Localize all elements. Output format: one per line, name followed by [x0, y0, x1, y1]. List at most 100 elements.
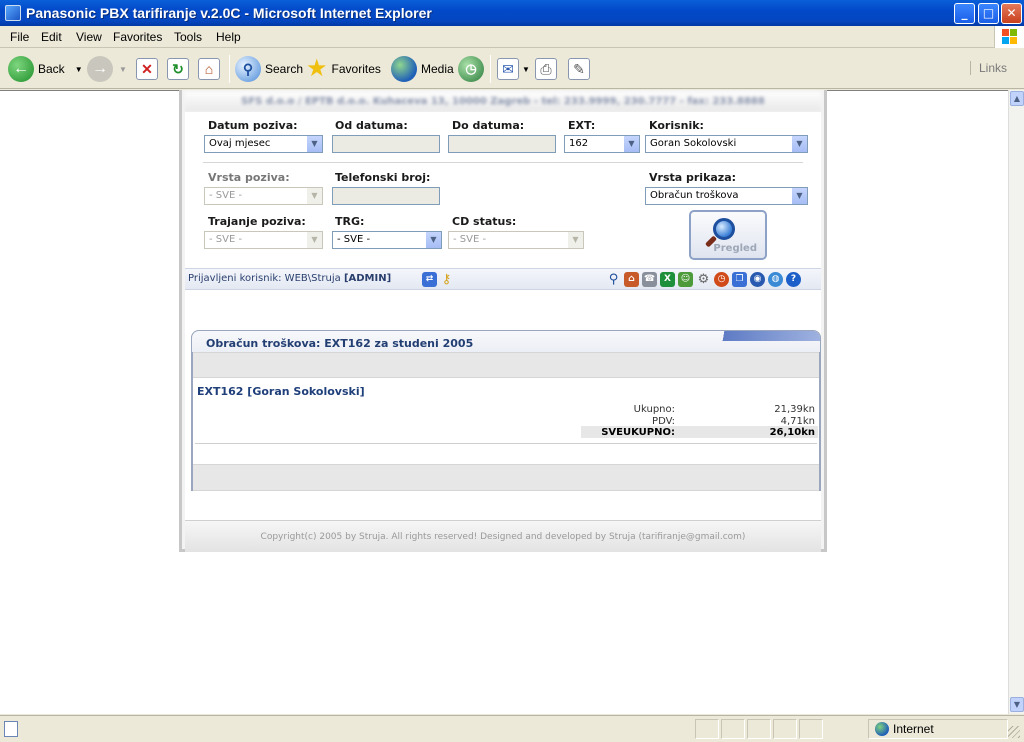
chevron-down-icon: ▼	[306, 136, 322, 152]
windows-icon[interactable]: ❐	[732, 272, 747, 287]
users-icon[interactable]: ☺	[678, 272, 693, 287]
edit-button[interactable]: ✎	[568, 55, 590, 83]
switch-user-icon[interactable]: ⇄	[422, 272, 437, 287]
telefonski-broj-input[interactable]	[332, 187, 440, 205]
magnifier-icon	[713, 218, 735, 240]
report-divider	[195, 443, 817, 444]
status-segment	[799, 719, 823, 739]
trg-select[interactable]: - SVE - ▼	[332, 231, 442, 249]
toolbar-separator	[229, 55, 230, 83]
form-divider	[203, 162, 803, 163]
chevron-down-icon: ▼	[791, 136, 807, 152]
mail-button[interactable]: ✉ ▼	[497, 55, 530, 83]
key-icon[interactable]: ⚷	[439, 272, 454, 287]
od-datuma-input[interactable]	[332, 135, 440, 153]
vrsta-poziva-select[interactable]: - SVE - ▼	[204, 187, 323, 205]
logged-user-text: Prijavljeni korisnik: WEB\Struja	[188, 273, 341, 284]
window-title-bar: Panasonic PBX tarifiranje v.2.0C - Micro…	[0, 0, 1024, 26]
chevron-down-icon: ▼	[623, 136, 639, 152]
korisnik-label: Korisnik:	[649, 119, 704, 132]
do-datuma-input[interactable]	[448, 135, 556, 153]
disk-icon[interactable]: ◉	[750, 272, 765, 287]
toolbar-separator	[490, 55, 491, 83]
report-footer-bar	[193, 464, 819, 491]
sveukupno-label: SVEUKUPNO:	[601, 427, 675, 438]
page-panel: SFS d.o.o / EPTB d.o.o. Kuhaceva 13, 100…	[179, 90, 827, 552]
menu-bar: File Edit View Favorites Tools Help	[0, 26, 1024, 48]
back-arrow-icon: ←	[8, 56, 34, 82]
vrsta-poziva-label: Vrsta poziva:	[208, 171, 290, 184]
scroll-up-icon[interactable]: ▲	[1010, 91, 1024, 106]
forward-arrow-icon: →	[87, 56, 113, 82]
edit-page-icon: ✎	[568, 58, 590, 80]
trg-label: TRG:	[335, 215, 365, 228]
home-button[interactable]: ⌂	[198, 55, 220, 83]
trajanje-poziva-select[interactable]: - SVE - ▼	[204, 231, 323, 249]
security-zone: Internet	[893, 722, 934, 736]
close-button[interactable]: ✕	[1001, 3, 1022, 24]
report-area: Obračun troškova: EXT162 za studeni 2005…	[185, 290, 821, 520]
windows-logo	[994, 26, 1024, 48]
cd-status-label: CD status:	[452, 215, 517, 228]
status-segment	[721, 719, 745, 739]
back-dropdown-icon[interactable]: ▼	[75, 65, 83, 74]
search-icon: ⚲	[235, 56, 261, 82]
globe-icon[interactable]: ◍	[768, 272, 783, 287]
do-datuma-label: Do datuma:	[452, 119, 525, 132]
datum-poziva-label: Datum poziva:	[208, 119, 298, 132]
clock-icon[interactable]: ◷	[714, 272, 729, 287]
printer-icon: ⎙	[535, 58, 557, 80]
minimize-button[interactable]: _	[954, 3, 975, 24]
user-bar: Prijavljeni korisnik: WEB\Struja [ADMIN]…	[185, 268, 821, 290]
ext-select[interactable]: 162 ▼	[564, 135, 640, 153]
datum-poziva-select[interactable]: Ovaj mjesec ▼	[204, 135, 323, 153]
history-button[interactable]: ◷	[458, 55, 484, 83]
vrsta-prikaza-label: Vrsta prikaza:	[649, 171, 737, 184]
search-icon[interactable]: ⚲	[606, 272, 621, 287]
status-segment	[747, 719, 771, 739]
phone-icon[interactable]: ☎	[642, 272, 657, 287]
search-button[interactable]: ⚲ Search	[235, 55, 303, 83]
menu-tools[interactable]: Tools	[174, 30, 202, 44]
zone-segment	[868, 719, 1008, 739]
mail-dropdown-icon[interactable]: ▼	[522, 65, 530, 74]
forward-button[interactable]: → ▼	[87, 55, 127, 83]
help-icon[interactable]: ?	[786, 272, 801, 287]
telefonski-broj-label: Telefonski broj:	[335, 171, 431, 184]
page-footer: Copyright(c) 2005 by Struja. All rights …	[185, 520, 821, 552]
menu-file[interactable]: File	[10, 30, 29, 44]
resize-grip-icon[interactable]	[1008, 726, 1020, 738]
report-title: Obračun troškova: EXT162 za studeni 2005	[206, 337, 474, 350]
forward-dropdown-icon[interactable]: ▼	[119, 65, 127, 74]
trajanje-poziva-label: Trajanje poziva:	[208, 215, 306, 228]
menu-edit[interactable]: Edit	[41, 30, 62, 44]
settings-gear-icon[interactable]: ⚙	[696, 272, 711, 287]
home-icon: ⌂	[198, 58, 220, 80]
menu-help[interactable]: Help	[216, 30, 241, 44]
refresh-button[interactable]: ↻	[167, 55, 189, 83]
sveukupno-value: 26,10kn	[769, 427, 815, 438]
stop-button[interactable]: ✕	[136, 55, 158, 83]
vertical-scrollbar[interactable]: ▲ ▼	[1008, 90, 1024, 714]
home-icon[interactable]: ⌂	[624, 272, 639, 287]
back-button[interactable]: ← Back ▼	[8, 55, 83, 83]
scroll-down-icon[interactable]: ▼	[1010, 697, 1024, 712]
print-button[interactable]: ⎙	[535, 55, 557, 83]
vrsta-prikaza-select[interactable]: Obračun troškova ▼	[645, 187, 808, 205]
cd-status-select[interactable]: - SVE - ▼	[448, 231, 584, 249]
menu-favorites[interactable]: Favorites	[113, 30, 162, 44]
report-subheader-bar	[193, 352, 819, 378]
media-button[interactable]: Media	[391, 55, 454, 83]
status-segment	[695, 719, 719, 739]
report-box-header: Obračun troškova: EXT162 za studeni 2005	[191, 330, 821, 352]
excel-icon[interactable]: X	[660, 272, 675, 287]
mail-icon: ✉	[497, 58, 519, 80]
korisnik-select[interactable]: Goran Sokolovski ▼	[645, 135, 808, 153]
menu-view[interactable]: View	[76, 30, 102, 44]
links-bar[interactable]: Links	[970, 61, 1007, 75]
history-icon: ◷	[458, 56, 484, 82]
maximize-button[interactable]: □	[978, 3, 999, 24]
pregled-button[interactable]: Pregled	[689, 210, 767, 260]
chevron-down-icon: ▼	[567, 232, 583, 248]
favorites-button[interactable]: ★ Favorites	[306, 55, 381, 83]
